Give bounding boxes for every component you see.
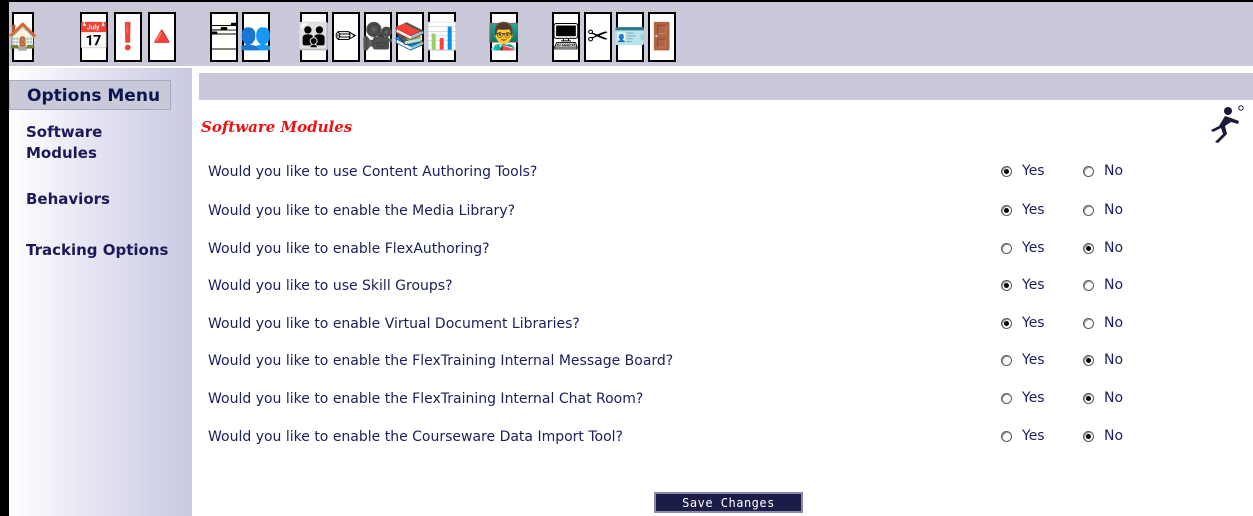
save-changes-button[interactable]: Save Changes [654,492,803,513]
radio-yes-button[interactable] [1001,354,1012,366]
question-row: Would you like to enable the FlexTrainin… [208,388,1248,412]
radio-no-button[interactable] [1083,204,1094,216]
radio-no-label: No [1104,163,1124,179]
question-text: Would you like to enable FlexAuthoring? [208,241,490,257]
radio-yes[interactable]: Yes [1001,428,1045,444]
radio-no[interactable]: No [1083,315,1123,331]
radio-no-button[interactable] [1083,279,1094,291]
question-row: Would you like to enable FlexAuthoring? Y… [208,238,1248,262]
question-text: Would you like to enable the Media Libra… [208,203,516,219]
radio-yes-label: Yes [1022,428,1045,444]
question-text: Would you like to enable Virtual Documen… [208,316,580,332]
radio-yes-label: Yes [1022,390,1045,406]
group-icon[interactable]: 👪 [298,12,330,62]
home-icon[interactable]: 🏠 [7,12,39,62]
radio-yes-button[interactable] [1001,242,1012,254]
radio-no-button[interactable] [1083,392,1094,404]
question-row: Would you like to use Skill Groups? Yes No [208,275,1248,299]
radio-no-button[interactable] [1083,317,1094,329]
org-chart-icon[interactable]: 🗂 [208,12,241,62]
radio-no[interactable]: No [1083,428,1123,444]
question-text: Would you like to use Skill Groups? [208,278,453,294]
radio-no[interactable]: No [1083,390,1123,406]
calendar-icon[interactable]: 📅 [78,12,110,62]
radio-yes-button[interactable] [1001,204,1012,216]
radio-no[interactable]: No [1083,277,1123,293]
alert-icon[interactable]: ❗ [112,12,144,62]
radio-no-label: No [1104,240,1124,256]
edit-icon[interactable]: ✏ [332,12,360,62]
radio-yes[interactable]: Yes [1001,315,1045,331]
question-row: Would you like to enable the FlexTrainin… [208,350,1248,374]
radio-no-label: No [1104,202,1124,218]
radio-yes[interactable]: Yes [1001,277,1045,293]
sidebar-item-tracking-options[interactable]: Tracking Options [26,240,176,261]
sidebar: Options Menu Software Modules Behaviors … [9,68,192,516]
tools-icon[interactable]: ✂ [584,12,612,62]
radio-yes-button[interactable] [1001,279,1012,291]
radio-yes-label: Yes [1022,315,1045,331]
radio-no[interactable]: No [1083,352,1123,368]
radio-no-label: No [1104,390,1124,406]
radio-yes[interactable]: Yes [1001,202,1045,218]
radio-yes-label: Yes [1022,202,1045,218]
sidebar-item-software-modules[interactable]: Software Modules [26,122,176,164]
radio-no-label: No [1104,428,1124,444]
radio-yes-button[interactable] [1001,317,1012,329]
radio-yes-label: Yes [1022,277,1045,293]
pyramid-icon[interactable]: 🔺 [146,12,178,62]
radio-no-label: No [1104,352,1124,368]
radio-no[interactable]: No [1083,240,1123,256]
radio-yes[interactable]: Yes [1001,352,1045,368]
question-text: Would you like to use Content Authoring … [208,164,538,180]
radio-yes-button[interactable] [1001,165,1012,177]
computer-icon[interactable]: 🖥 [550,12,583,62]
library-icon[interactable]: 📚 [394,12,426,62]
frame-border [0,0,1253,2]
radio-no-label: No [1104,277,1124,293]
radio-no-button[interactable] [1083,165,1094,177]
question-row: Would you like to use Content Authoring … [208,161,1248,185]
radio-yes-label: Yes [1022,163,1045,179]
radio-no[interactable]: No [1083,202,1123,218]
frame-border-left [0,0,9,516]
question-row: Would you like to enable the Courseware … [208,426,1248,450]
radio-yes[interactable]: Yes [1001,163,1045,179]
content-header-bar [199,73,1253,100]
radio-no[interactable]: No [1083,163,1123,179]
radio-yes-label: Yes [1022,352,1045,368]
presenter-icon[interactable]: 👨‍🏫 [488,12,520,62]
radio-no-button[interactable] [1083,242,1094,254]
radio-yes-label: Yes [1022,240,1045,256]
options-menu-title: Options Menu [9,80,171,110]
question-text: Would you like to enable the Courseware … [208,429,623,445]
chart-icon[interactable]: 📊 [426,12,458,62]
page-title: Software Modules [201,118,353,136]
question-row: Would you like to enable the Media Libra… [208,200,1248,224]
runner-icon [1211,105,1244,143]
question-text: Would you like to enable the FlexTrainin… [208,391,644,407]
question-text: Would you like to enable the FlexTrainin… [208,353,674,369]
radio-yes[interactable]: Yes [1001,240,1045,256]
radio-yes[interactable]: Yes [1001,390,1045,406]
radio-no-label: No [1104,315,1124,331]
question-row: Would you like to enable Virtual Documen… [208,313,1248,337]
radio-no-button[interactable] [1083,430,1094,442]
exit-icon[interactable]: 🚪 [646,12,678,62]
projector-icon[interactable]: 🎥 [362,12,394,62]
radio-yes-button[interactable] [1001,392,1012,404]
sidebar-item-behaviors[interactable]: Behaviors [26,189,176,210]
users-icon[interactable]: 👥 [240,12,272,62]
radio-yes-button[interactable] [1001,430,1012,442]
profile-icon[interactable]: 🪪 [614,12,646,62]
radio-no-button[interactable] [1083,354,1094,366]
